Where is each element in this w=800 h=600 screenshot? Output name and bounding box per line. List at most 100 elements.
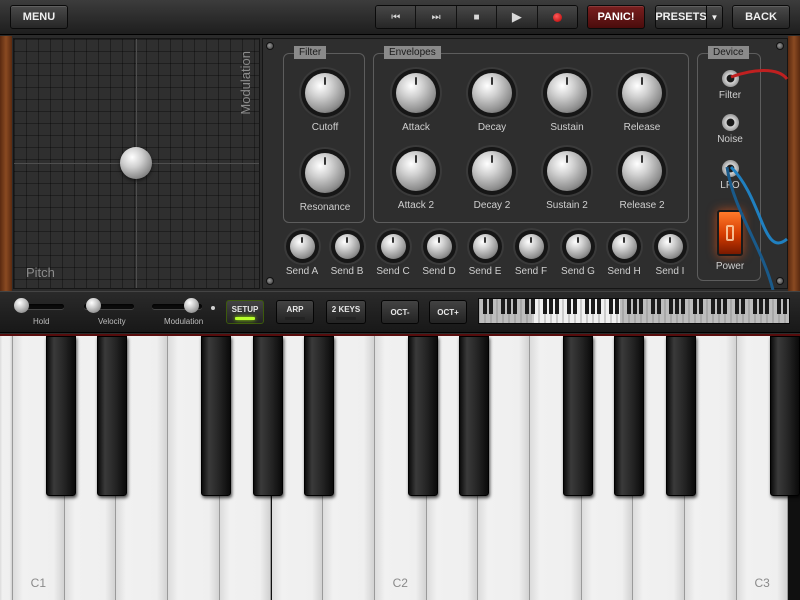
knob-decay[interactable]: Decay — [462, 68, 522, 133]
knob-attack[interactable]: Attack — [386, 68, 446, 133]
setup-button[interactable]: SETUP — [226, 300, 264, 324]
slider-thumb[interactable] — [184, 298, 199, 313]
knob-sustain-2[interactable]: Sustain 2 — [537, 146, 597, 211]
stop-button[interactable]: ■ — [456, 6, 498, 28]
black-key[interactable] — [459, 336, 490, 496]
screw-icon — [776, 277, 784, 285]
sustain-2-knob[interactable] — [547, 151, 587, 191]
power-switch-wrap[interactable]: Power — [700, 210, 760, 272]
skip-back-button[interactable]: ⏮ — [376, 6, 417, 28]
jack-label: Filter — [718, 90, 742, 101]
black-key[interactable] — [769, 336, 800, 496]
octave-up-label: OCT+ — [437, 307, 459, 317]
mini-black-key — [633, 299, 637, 314]
mini-black-key — [549, 299, 553, 314]
jack-icon[interactable] — [721, 70, 739, 87]
xy-pad[interactable]: Pitch Modulation — [13, 38, 260, 289]
resonance-knob[interactable] — [305, 153, 345, 193]
sustain-knob[interactable] — [547, 73, 587, 113]
modulation-slider[interactable] — [152, 298, 202, 313]
send-h-knob[interactable] — [611, 234, 637, 259]
send-a-knob[interactable] — [289, 234, 315, 259]
noise-jack[interactable]: Noise — [700, 114, 760, 145]
keyboard-range-selector[interactable] — [478, 298, 790, 324]
send-i-knob[interactable] — [657, 234, 683, 259]
jack-icon[interactable] — [721, 160, 739, 177]
send-d-knob[interactable] — [426, 234, 452, 259]
send-g-knob[interactable] — [565, 234, 591, 259]
record-button[interactable] — [537, 6, 577, 28]
cutoff-knob[interactable] — [305, 73, 345, 113]
slider-thumb[interactable] — [86, 298, 101, 313]
black-key[interactable] — [45, 336, 76, 496]
hold-label: Hold — [33, 317, 50, 326]
mini-black-key — [591, 299, 595, 314]
play-icon: ▶ — [511, 9, 522, 24]
knob-cutoff[interactable]: Cutoff — [295, 68, 355, 133]
device-group: Device Filter Noise LFO Power — [697, 46, 761, 281]
mini-black-key — [525, 299, 529, 314]
modulation-label: Modulation — [164, 317, 204, 326]
wood-panel-left — [0, 36, 12, 293]
power-switch[interactable] — [717, 210, 743, 256]
lfo-jack[interactable]: LFO — [700, 160, 760, 191]
black-key[interactable] — [97, 336, 128, 496]
panic-button[interactable]: PANIC! — [587, 5, 645, 29]
arp-button[interactable]: ARP — [276, 300, 314, 324]
two-keys-button[interactable]: 2 KEYS — [326, 300, 366, 324]
mini-black-key — [681, 299, 685, 314]
knob-release[interactable]: Release — [612, 68, 672, 133]
menu-button[interactable]: MENU — [10, 5, 68, 29]
knob-attack-2[interactable]: Attack 2 — [386, 146, 446, 211]
send-c-knob[interactable] — [380, 234, 406, 259]
knob-send-i[interactable]: Send I — [640, 229, 700, 277]
mini-black-key — [555, 299, 559, 314]
record-icon — [552, 12, 562, 22]
knob-sustain[interactable]: Sustain — [537, 68, 597, 133]
knob-release-2[interactable]: Release 2 — [612, 146, 672, 211]
knob-decay-2[interactable]: Decay 2 — [462, 146, 522, 211]
black-key[interactable] — [200, 336, 231, 496]
send-f-knob[interactable] — [518, 234, 544, 259]
mini-black-key — [711, 299, 715, 314]
jack-icon[interactable] — [721, 114, 739, 131]
velocity-slider[interactable] — [84, 298, 134, 313]
black-key[interactable] — [666, 336, 697, 496]
screw-icon — [266, 42, 274, 50]
white-key[interactable] — [0, 336, 13, 600]
attack-2-knob[interactable] — [396, 151, 436, 191]
xy-pad-handle[interactable] — [120, 147, 152, 179]
mini-black-key — [753, 299, 757, 314]
decay-2-knob[interactable] — [472, 151, 512, 191]
slider-thumb[interactable] — [14, 298, 29, 313]
mini-black-key — [573, 299, 577, 314]
octave-label: C3 — [754, 576, 770, 590]
presets-button[interactable]: PRESETS — [655, 5, 707, 29]
black-key[interactable] — [304, 336, 335, 496]
attack-knob[interactable] — [396, 73, 436, 113]
release-knob[interactable] — [622, 73, 662, 113]
octave-label: C2 — [392, 576, 408, 590]
decay-knob[interactable] — [472, 73, 512, 113]
knob-resonance[interactable]: Resonance — [295, 148, 355, 213]
knob-label: Sustain — [550, 122, 584, 133]
octave-down-button[interactable]: OCT- — [381, 300, 419, 324]
filter-jack[interactable]: Filter — [700, 70, 760, 101]
black-key[interactable] — [562, 336, 593, 496]
piano-keyboard: C1 C2 C3 — [0, 334, 800, 600]
send-b-knob[interactable] — [334, 234, 360, 259]
black-key[interactable] — [407, 336, 438, 496]
hold-slider[interactable] — [14, 298, 64, 313]
back-button[interactable]: BACK — [732, 5, 790, 29]
play-button[interactable]: ▶ — [497, 6, 538, 28]
mini-black-key — [609, 299, 613, 314]
led-indicator — [235, 316, 255, 320]
send-e-knob[interactable] — [472, 234, 498, 259]
octave-up-button[interactable]: OCT+ — [429, 300, 467, 324]
skip-forward-button[interactable]: ⏭ — [416, 6, 457, 28]
release-2-knob[interactable] — [622, 151, 662, 191]
presets-dropdown[interactable]: ▼ — [706, 5, 723, 29]
black-key[interactable] — [614, 336, 645, 496]
indicator-dot — [211, 306, 215, 310]
black-key[interactable] — [252, 336, 283, 496]
